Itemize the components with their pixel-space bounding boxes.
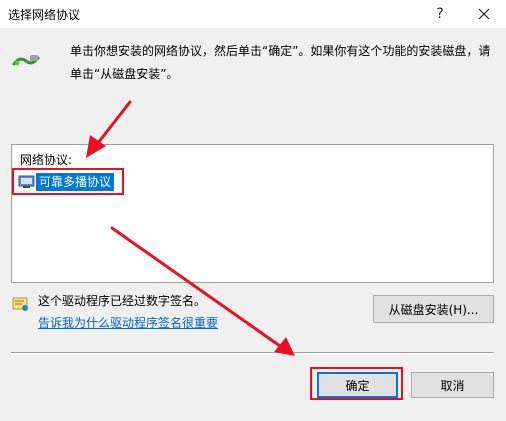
close-button[interactable]	[462, 0, 506, 28]
window-title: 选择网络协议	[8, 8, 81, 22]
separator-line	[11, 352, 494, 354]
have-disk-button[interactable]: 从磁盘安装(H)...	[373, 295, 494, 323]
driver-signing-link[interactable]: 告诉我为什么驱动程序签名很重要	[38, 314, 218, 331]
signed-driver-text: 这个驱动程序已经过数字签名。	[38, 294, 207, 308]
cancel-button[interactable]: 取消	[411, 372, 494, 398]
ok-button[interactable]: 确定	[317, 372, 398, 398]
list-item-reliable-multicast[interactable]: 可靠多播协议	[18, 173, 115, 191]
signed-driver-icon	[12, 297, 28, 311]
close-icon	[478, 8, 490, 20]
network-protocol-icon	[12, 55, 40, 66]
list-item-label: 可靠多播协议	[36, 173, 115, 191]
protocol-list[interactable]: 网络协议: 可靠多播协议	[11, 144, 494, 283]
instructions-text: 单击你想安装的网络协议，然后单击“确定”。如果你有这个功能的安装磁盘，请单击“从…	[70, 44, 491, 81]
protocol-icon	[18, 175, 35, 188]
title-bar: 选择网络协议 ?	[0, 0, 506, 28]
protocol-list-label: 网络协议:	[20, 153, 73, 167]
help-button[interactable]: ?	[418, 0, 462, 28]
